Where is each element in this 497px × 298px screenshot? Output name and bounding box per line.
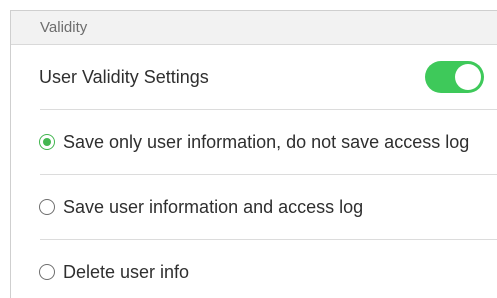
option-label: Save only user information, do not save … <box>63 131 470 152</box>
validity-panel: Validity User Validity Settings Save onl… <box>10 10 497 298</box>
radio-button[interactable] <box>39 199 55 215</box>
radio-dot <box>42 137 51 146</box>
option-delete-user-info[interactable]: Delete user info <box>39 240 497 298</box>
user-validity-settings-row: User Validity Settings <box>39 45 497 109</box>
radio-button-selected[interactable] <box>39 134 55 150</box>
radio-button[interactable] <box>39 264 55 280</box>
section-title: Validity <box>40 19 88 36</box>
option-save-user-info-only[interactable]: Save only user information, do not save … <box>39 110 497 174</box>
section-header: Validity <box>11 11 497 45</box>
option-label: Delete user info <box>63 261 190 282</box>
option-save-user-info-and-log[interactable]: Save user information and access log <box>39 175 497 239</box>
user-validity-settings-label: User Validity Settings <box>39 66 209 87</box>
option-label: Save user information and access log <box>63 196 364 217</box>
toggle-knob <box>455 64 481 90</box>
user-validity-toggle[interactable] <box>425 61 484 93</box>
